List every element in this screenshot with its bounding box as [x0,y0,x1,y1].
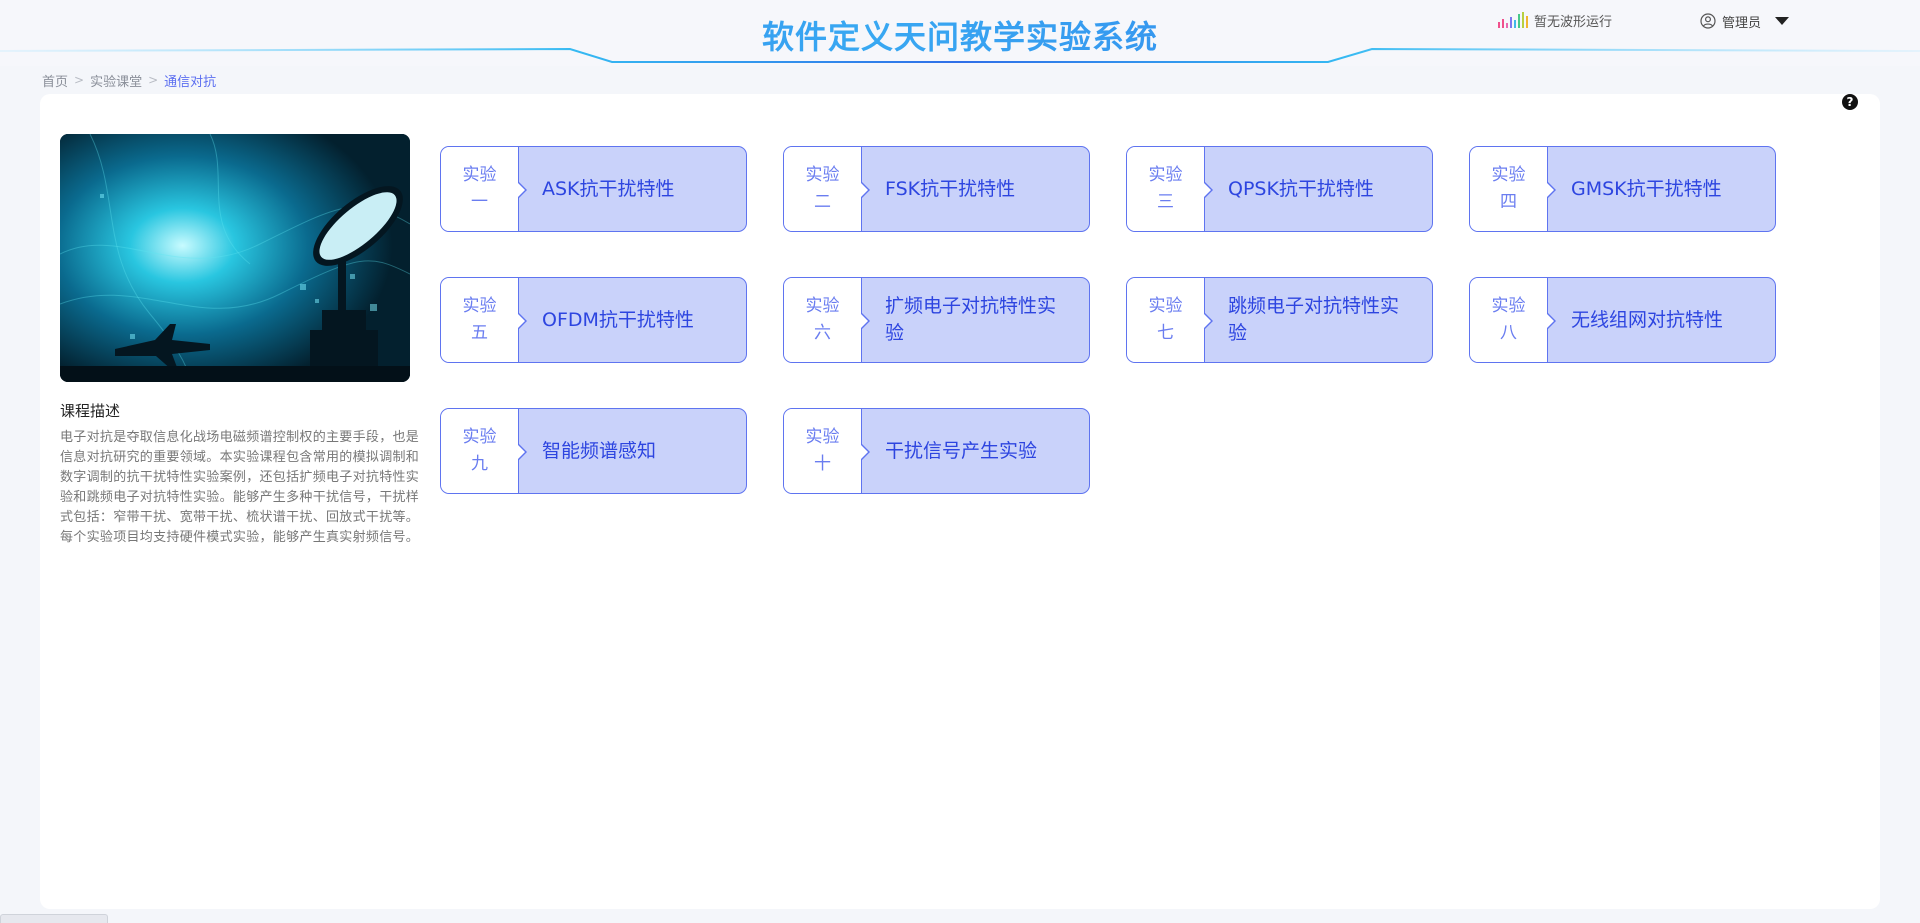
arrow-right-icon [517,443,527,461]
experiment-tag: 实验九 [441,409,519,493]
experiment-tag: 实验二 [784,147,862,231]
experiment-card[interactable]: 实验四 GMSK抗干扰特性 [1469,146,1776,232]
arrow-right-icon [1203,181,1213,199]
experiment-tag-number: 五 [471,323,488,343]
chevron-right-icon: > [74,73,85,87]
experiment-tag: 实验五 [441,278,519,362]
experiment-tag: 实验一 [441,147,519,231]
breadcrumb-classroom[interactable]: 实验课堂 [90,71,142,90]
arrow-right-icon [1546,181,1556,199]
experiment-tag-label: 实验 [1148,165,1183,185]
app-header: 软件定义天问教学实验系统 暂无波形运行 管理员 [0,0,1920,66]
arrow-right-icon [860,312,870,330]
experiment-card[interactable]: 实验六扩频电子对抗特性实验 [783,277,1090,363]
waveform-status[interactable]: 暂无波形运行 [1498,10,1612,30]
experiment-card[interactable]: 实验八无线组网对抗特性 [1469,277,1776,363]
experiment-card[interactable]: 实验二 FSK抗干扰特性 [783,146,1090,232]
experiment-title: 智能频谱感知 [542,439,657,462]
experiment-tag-number: 四 [1500,192,1517,212]
experiment-card[interactable]: 实验十干扰信号产生实验 [783,408,1090,494]
course-image [60,134,410,382]
experiment-title: GMSK抗干扰特性 [1571,177,1722,200]
experiment-tag-number: 一 [471,192,488,212]
experiment-title: ASK抗干扰特性 [542,177,675,200]
arrow-right-icon [860,443,870,461]
experiment-tag-label: 实验 [805,427,840,447]
user-name: 管理员 [1722,15,1762,31]
caret-down-icon[interactable] [1775,17,1790,25]
experiment-tag-label: 实验 [805,296,840,316]
breadcrumb-home[interactable]: 首页 [42,71,68,90]
arrow-right-icon [1203,312,1213,330]
experiment-tag-label: 实验 [462,296,497,316]
experiment-title: OFDM抗干扰特性 [542,308,694,331]
breadcrumb: 首页 > 实验课堂 > 通信对抗 [42,71,217,90]
main-panel: ? 课程描述 电子对抗是夺取信息化战场电磁频谱控制权的主要手段，也是信息对抗研究… [40,94,1880,909]
user-circle-icon [1700,13,1716,29]
experiment-title: 扩频电子对抗特性实验 [885,295,1057,344]
experiment-title: 干扰信号产生实验 [885,439,1038,462]
experiment-tag-number: 八 [1500,323,1517,343]
experiment-tag-label: 实验 [1491,296,1526,316]
arrow-right-icon [517,312,527,330]
experiment-tag-number: 二 [814,192,831,212]
arrow-right-icon [1546,312,1556,330]
experiment-tag: 实验十 [784,409,862,493]
breadcrumb-current: 通信对抗 [164,74,217,90]
experiment-tag-label: 实验 [1148,296,1183,316]
experiment-title: FSK抗干扰特性 [885,177,1016,200]
satellite-dish-illustration [60,134,410,382]
experiment-tag-number: 三 [1157,192,1174,212]
course-description-text: 电子对抗是夺取信息化战场电磁频谱控制权的主要手段，也是信息对抗研究的重要领域。本… [60,430,420,545]
experiment-tag-label: 实验 [462,427,497,447]
bottom-tab[interactable] [0,914,108,923]
experiment-title: QPSK抗干扰特性 [1228,177,1374,200]
help-circle-icon[interactable]: ? [1842,94,1858,110]
waveform-status-text: 暂无波形运行 [1534,14,1613,30]
experiment-card[interactable]: 实验三 QPSK抗干扰特性 [1126,146,1433,232]
experiment-tag: 实验八 [1470,278,1548,362]
experiment-tag-number: 九 [471,454,488,474]
experiment-card[interactable]: 实验九智能频谱感知 [440,408,747,494]
experiment-card[interactable]: 实验一 ASK抗干扰特性 [440,146,747,232]
user-menu[interactable]: 管理员 [1700,10,1790,32]
experiment-tag-number: 六 [814,323,831,343]
experiment-title: 无线组网对抗特性 [1571,308,1724,331]
experiment-tag-label: 实验 [805,165,840,185]
app-title: 软件定义天问教学实验系统 [0,12,1920,58]
arrow-right-icon [860,181,870,199]
experiment-tag-label: 实验 [462,165,497,185]
experiment-tag-number: 十 [814,454,831,474]
experiment-card[interactable]: 实验七跳频电子对抗特性实验 [1126,277,1433,363]
experiment-tag-number: 七 [1157,323,1174,343]
experiment-tag: 实验四 [1470,147,1548,231]
experiment-tag: 实验六 [784,278,862,362]
course-description-title: 课程描述 [60,402,121,420]
experiment-tag: 实验三 [1127,147,1205,231]
experiment-card[interactable]: 实验五 OFDM抗干扰特性 [440,277,747,363]
experiment-tag: 实验七 [1127,278,1205,362]
chevron-right-icon: > [148,73,159,87]
experiment-tag-label: 实验 [1491,165,1526,185]
arrow-right-icon [517,181,527,199]
waveform-icon [1498,12,1528,28]
experiment-title: 跳频电子对抗特性实验 [1228,295,1400,344]
